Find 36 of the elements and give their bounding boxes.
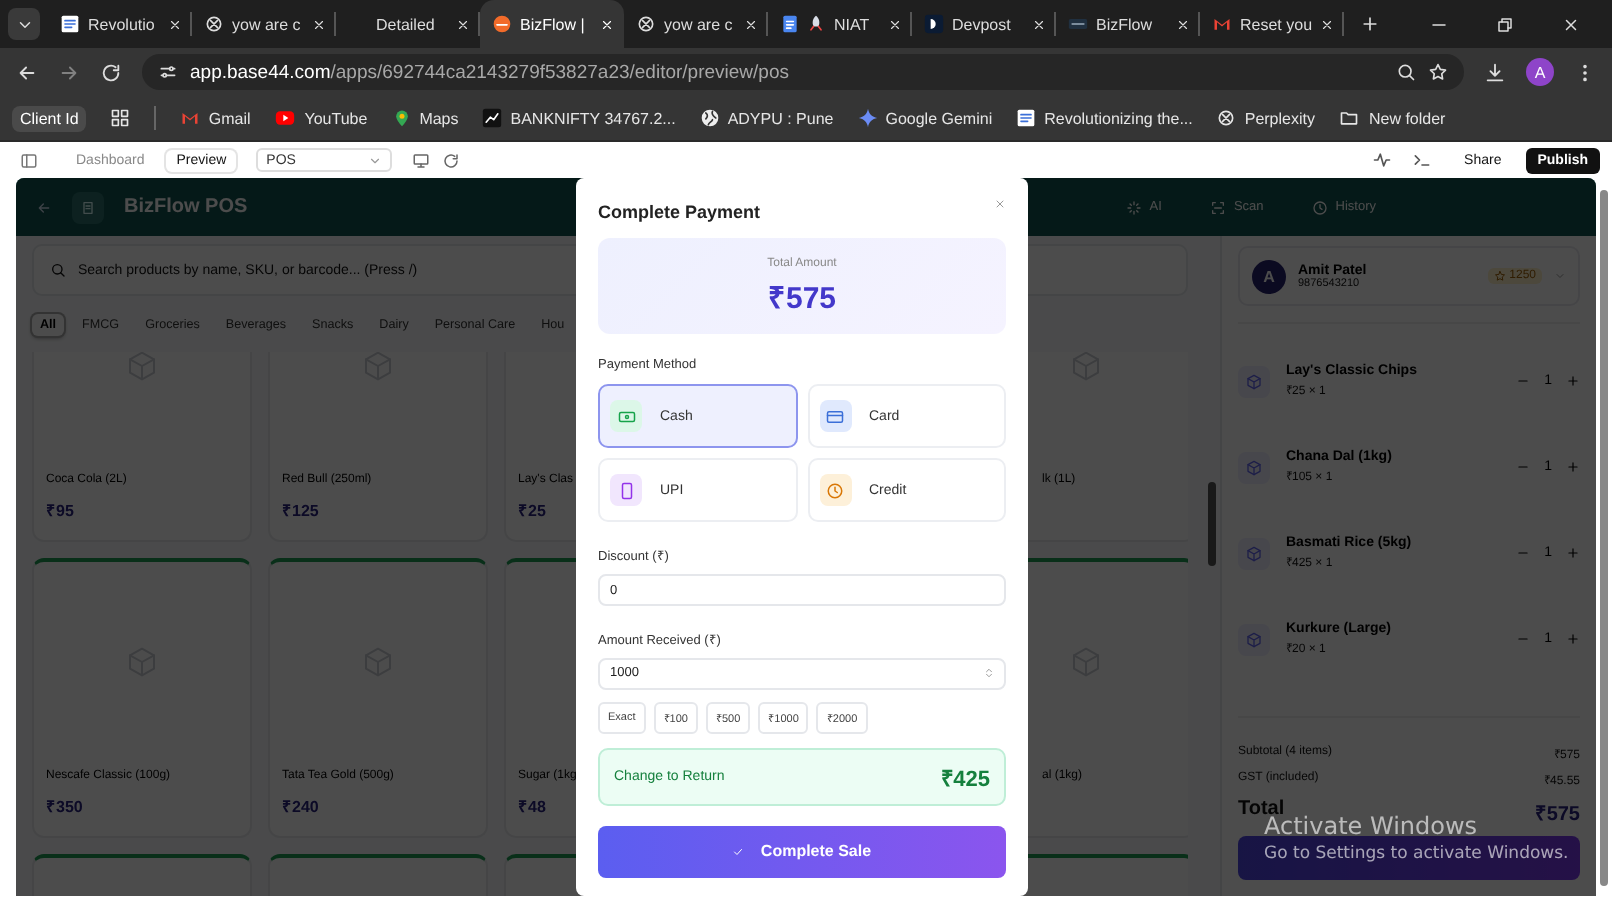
product-price: ₹48 [518,796,546,816]
change-value: ₹425 [941,765,990,792]
bookmark-chip[interactable]: Client Id [12,105,87,131]
dialog-title: Complete Payment [598,202,761,222]
product-price: ₹25 [518,500,546,520]
bookmark[interactable]: Maps [391,108,459,128]
address-bar[interactable]: app.base44.com/apps/692744ca2143279f53827a23/editor/preview/pos [142,54,1464,90]
browser-tab[interactable]: BizFlow [1056,0,1200,48]
product-price: ₹95 [46,500,74,520]
browser-tab[interactable]: Revolutio [48,0,192,48]
bookmark[interactable]: Google Gemini [857,108,993,128]
bookmark[interactable]: YouTube [274,108,368,128]
browser-tab[interactable]: yow are c [624,0,768,48]
complete-sale-button[interactable]: Complete Sale [598,825,1006,878]
browser-tab[interactable]: Devpost [912,0,1056,48]
total-amount-value: ₹575 [767,279,837,316]
bookmark[interactable]: Perplexity [1216,108,1315,128]
bookmark[interactable]: New folder [1338,108,1446,128]
bookmark[interactable]: Gmail [180,108,251,128]
total-value: ₹575 [1534,802,1580,826]
url-text: app.base44.com/apps/692744ca2143279f53827a23/editor/preview/pos [190,61,789,83]
browser-tab[interactable]: Reset you [1200,0,1344,48]
product-price: ₹350 [46,796,83,816]
browser-tab[interactable]: yow are c [192,0,336,48]
product-price: ₹125 [282,500,319,520]
app-title: BizFlow POS [124,196,248,218]
profile-avatar[interactable]: A [1526,58,1554,86]
browser-tab[interactable]: BizFlow | [480,0,624,48]
activation-message: Go to Settings to activate Windows. [1264,844,1569,864]
activation-title: Activate Windows [1264,812,1478,840]
bookmark[interactable]: ADYPU : Pune [699,108,834,128]
product-price: ₹240 [282,796,319,816]
bookmark[interactable]: BANKNIFTY 34767.2... [482,108,676,128]
browser-tab[interactable]: NIAT [768,0,912,48]
bookmark[interactable]: Revolutionizing the... [1016,108,1193,128]
browser-tab[interactable]: Detailed [336,0,480,48]
